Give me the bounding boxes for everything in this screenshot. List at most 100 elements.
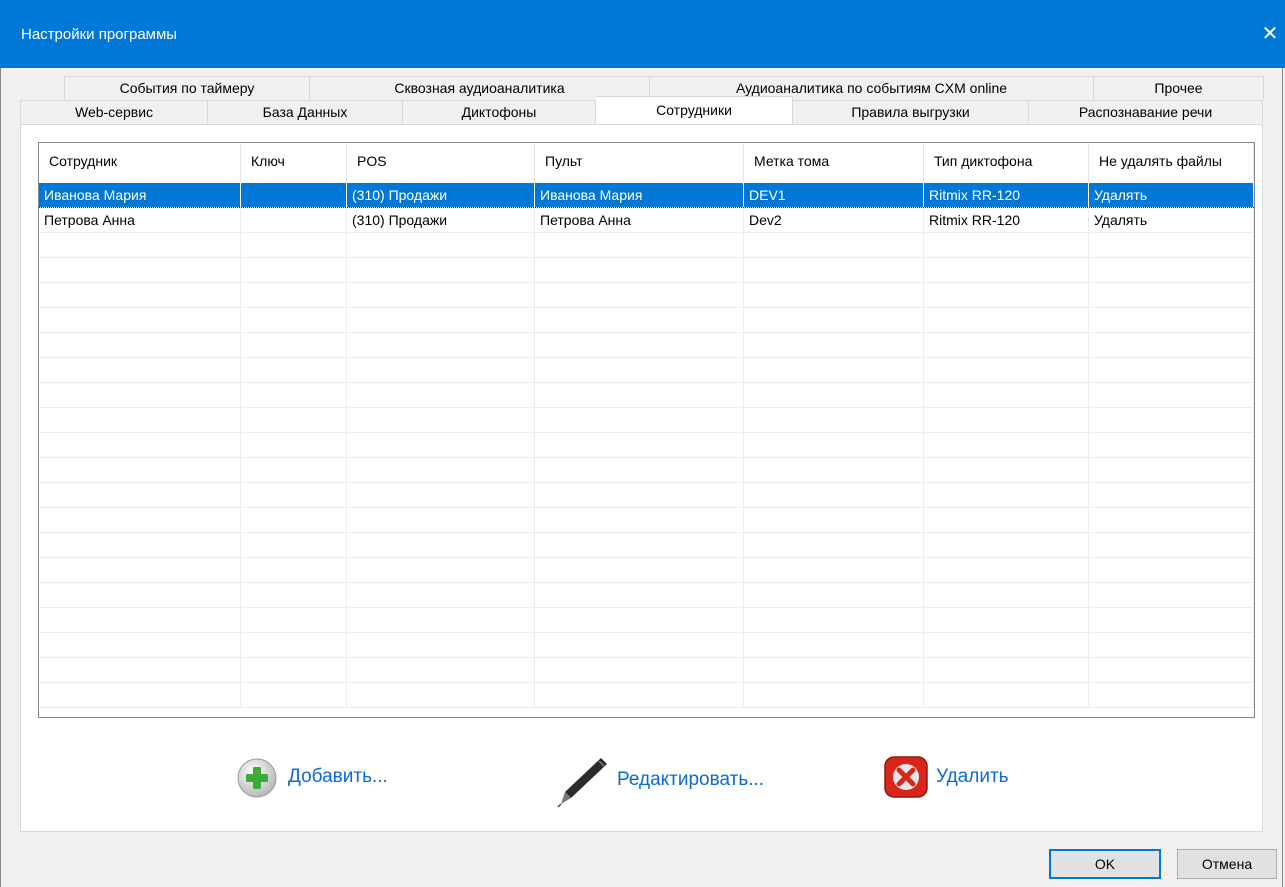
cell-key [241, 358, 347, 382]
cell-console [535, 608, 744, 632]
cell-volume-label [744, 233, 924, 257]
cell-recorder-type [924, 583, 1089, 607]
table-row[interactable]: Петрова Анна (310) Продажи Петрова Анна Dev… [39, 208, 1254, 233]
cell-console [535, 283, 744, 307]
cell-volume-label [744, 283, 924, 307]
ok-button[interactable]: OK [1049, 849, 1161, 879]
column-header-employee[interactable]: Сотрудник [39, 143, 241, 181]
tab-export-rules[interactable]: Правила выгрузки [793, 100, 1029, 123]
cell-pos [347, 233, 535, 257]
cell-keep-files [1089, 308, 1254, 332]
cell-keep-files [1089, 333, 1254, 357]
cell-keep-files [1089, 458, 1254, 482]
cell-recorder-type [924, 558, 1089, 582]
cell-volume-label [744, 358, 924, 382]
cell-pos [347, 383, 535, 407]
cell-volume-label [744, 633, 924, 657]
delete-icon [884, 756, 928, 798]
cell-employee [39, 358, 241, 382]
empty-row [39, 408, 1254, 433]
cell-recorder-type [924, 408, 1089, 432]
empty-row [39, 508, 1254, 533]
cell-pos [347, 433, 535, 457]
cell-employee [39, 658, 241, 682]
cell-pos [347, 658, 535, 682]
cell-console [535, 258, 744, 282]
cell-key [241, 458, 347, 482]
cell-keep-files [1089, 383, 1254, 407]
column-header-key[interactable]: Ключ [241, 143, 347, 181]
cell-keep-files [1089, 583, 1254, 607]
cell-employee [39, 233, 241, 257]
empty-row [39, 283, 1254, 308]
cell-console [535, 408, 744, 432]
focus-indicator [39, 207, 1254, 208]
cell-pos [347, 508, 535, 532]
column-header-pos[interactable]: POS [347, 143, 535, 181]
tab-other[interactable]: Прочее [1094, 76, 1264, 99]
cell-recorder-type [924, 433, 1089, 457]
tab-database[interactable]: База Данных [208, 100, 403, 123]
cell-pos [347, 633, 535, 657]
cell-employee [39, 258, 241, 282]
empty-row [39, 358, 1254, 383]
empty-row [39, 683, 1254, 708]
tab-web-service[interactable]: Web-сервис [20, 100, 208, 123]
cell-volume-label [744, 608, 924, 632]
cell-console: Иванова Мария [535, 183, 744, 207]
cell-volume-label [744, 483, 924, 507]
cell-key [241, 383, 347, 407]
empty-row [39, 333, 1254, 358]
cell-keep-files [1089, 508, 1254, 532]
column-header-volume-label[interactable]: Метка тома [744, 143, 924, 181]
cell-employee [39, 408, 241, 432]
cell-employee [39, 283, 241, 307]
cell-recorder-type [924, 283, 1089, 307]
table-row[interactable]: Иванова Мария (310) Продажи Иванова Мария D… [39, 183, 1254, 208]
tab-employees[interactable]: Сотрудники [596, 96, 793, 124]
cell-recorder-type [924, 508, 1089, 532]
cell-recorder-type: Ritmix RR-120 [924, 208, 1089, 232]
tab-timer-events[interactable]: События по таймеру [64, 76, 310, 99]
empty-row [39, 233, 1254, 258]
cell-console [535, 308, 744, 332]
cancel-button[interactable]: Отмена [1177, 849, 1277, 879]
cell-console [535, 533, 744, 557]
cell-keep-files [1089, 608, 1254, 632]
column-header-recorder-type[interactable]: Тип диктофона [924, 143, 1089, 181]
tab-speech-recognition[interactable]: Распознавание речи [1029, 100, 1263, 123]
cell-pos [347, 258, 535, 282]
cell-recorder-type [924, 308, 1089, 332]
tab-row-2: Web-сервис База Данных Диктофоны Сотрудн… [20, 96, 1263, 124]
empty-row [39, 533, 1254, 558]
cell-recorder-type [924, 383, 1089, 407]
add-button[interactable]: Добавить... [234, 754, 388, 800]
table-body: Иванова Мария (310) Продажи Иванова Мария D… [39, 183, 1254, 708]
empty-row [39, 433, 1254, 458]
cell-recorder-type: Ritmix RR-120 [924, 183, 1089, 207]
cell-console: Петрова Анна [535, 208, 744, 232]
cell-console [535, 458, 744, 482]
pen-icon [557, 758, 607, 808]
cell-key [241, 283, 347, 307]
cell-volume-label [744, 433, 924, 457]
employees-table[interactable]: Сотрудник Ключ POS Пульт Метка тома Тип … [38, 142, 1255, 718]
delete-button[interactable]: Удалить [882, 754, 1009, 800]
cell-key [241, 558, 347, 582]
cell-console [535, 683, 744, 707]
empty-row [39, 633, 1254, 658]
title-bar: Настройки программы ✕ [0, 0, 1285, 68]
cell-employee [39, 308, 241, 332]
cell-key [241, 483, 347, 507]
column-header-console[interactable]: Пульт [535, 143, 744, 181]
tab-recorders[interactable]: Диктофоны [403, 100, 596, 123]
column-header-keep-files[interactable]: Не удалять файлы [1089, 143, 1254, 181]
edit-button[interactable]: Редактировать... [555, 752, 764, 808]
cell-volume-label [744, 333, 924, 357]
cell-console [535, 658, 744, 682]
close-button[interactable]: ✕ [1255, 18, 1285, 48]
cell-keep-files [1089, 483, 1254, 507]
cell-key [241, 633, 347, 657]
cell-employee: Иванова Мария [39, 183, 241, 207]
cell-volume-label [744, 458, 924, 482]
